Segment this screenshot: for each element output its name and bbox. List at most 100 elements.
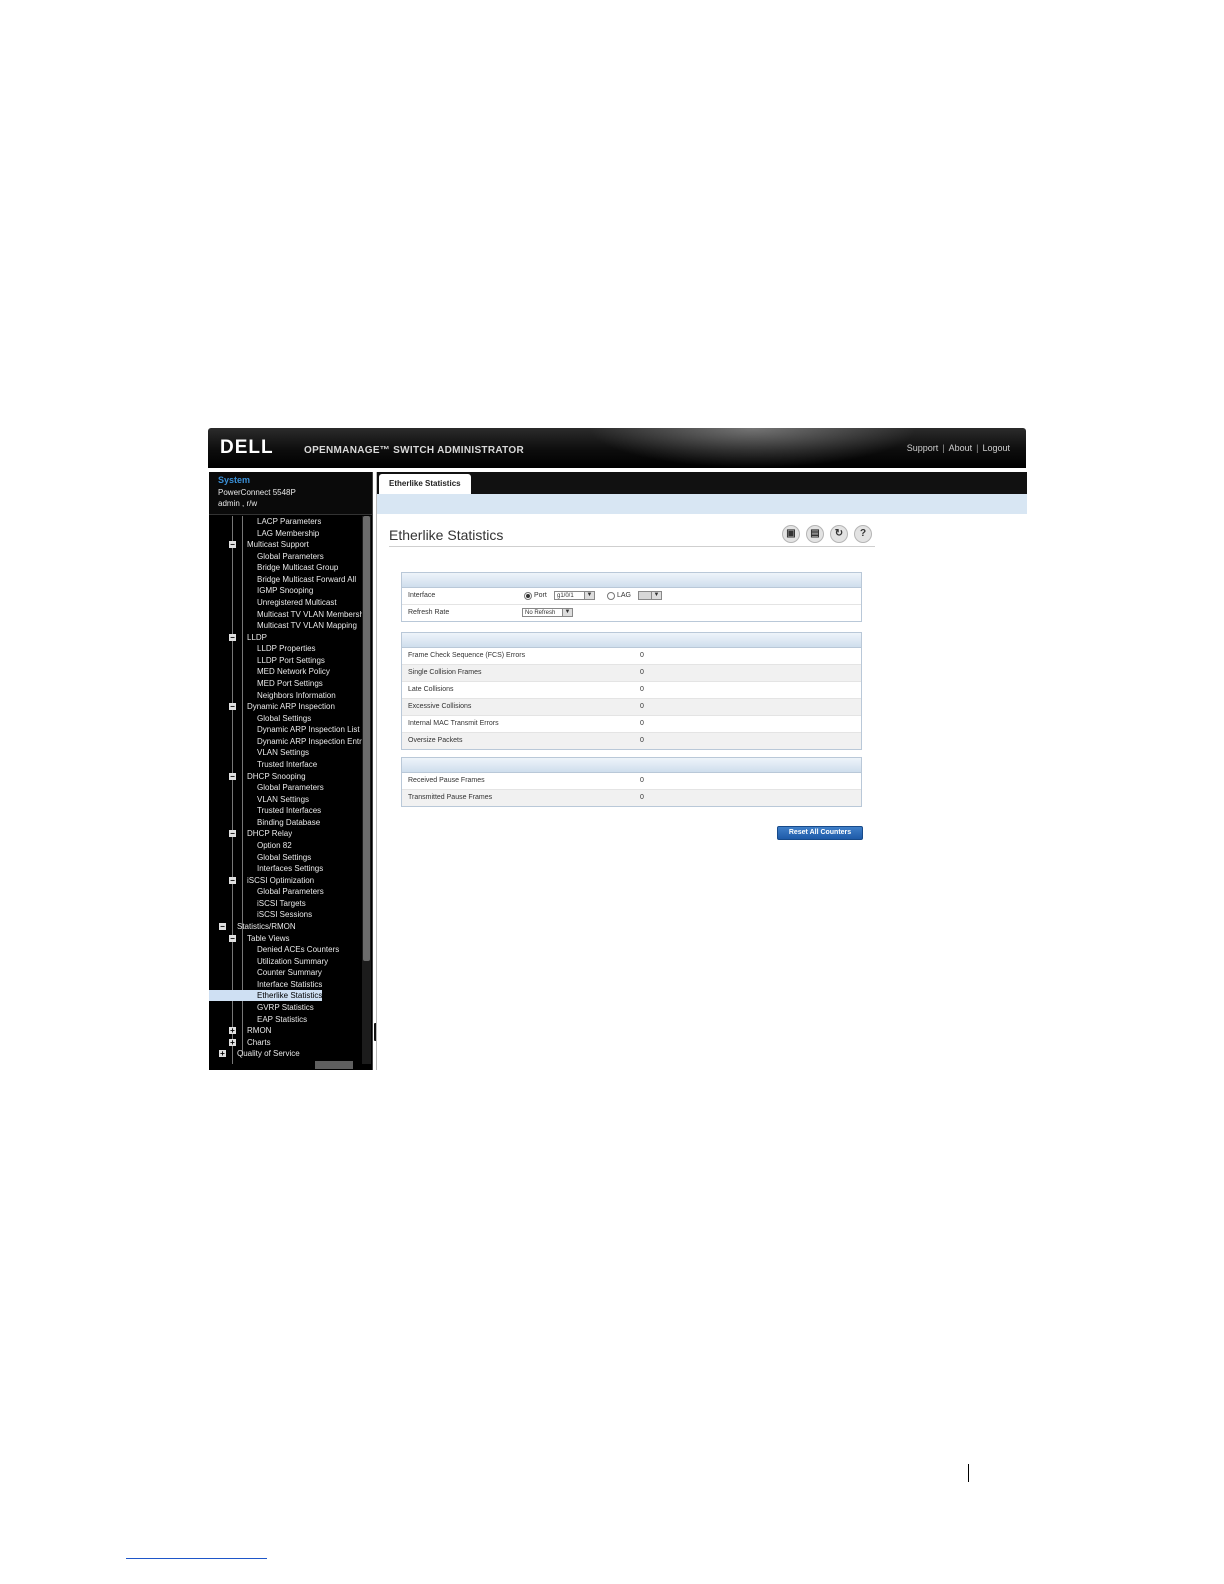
- support-link[interactable]: Support: [907, 443, 939, 453]
- sidebar-item[interactable]: Binding Database: [257, 817, 320, 828]
- sidebar-item[interactable]: Counter Summary: [257, 967, 322, 978]
- sidebar-item[interactable]: Multicast TV VLAN Membersh: [257, 609, 364, 620]
- sidebar-item[interactable]: MED Port Settings: [257, 678, 323, 689]
- sidebar-scrollbar-thumb[interactable]: [363, 516, 370, 961]
- collapse-icon[interactable]: −: [229, 634, 236, 642]
- lag-label: LAG: [617, 592, 632, 599]
- sidebar-item[interactable]: iSCSI Sessions: [257, 909, 312, 920]
- refresh-rate-label: Refresh Rate: [408, 609, 450, 616]
- system-title[interactable]: System: [218, 475, 250, 485]
- table-row: Frame Check Sequence (FCS) Errors 0: [402, 648, 861, 665]
- sidebar-item[interactable]: EAP Statistics: [257, 1014, 307, 1025]
- collapse-icon[interactable]: −: [229, 703, 236, 711]
- sidebar-item[interactable]: Option 82: [257, 840, 292, 851]
- sidebar-item[interactable]: Charts: [247, 1037, 271, 1048]
- sidebar-item[interactable]: Bridge Multicast Group: [257, 562, 338, 573]
- port-select[interactable]: g1/0/1 ▼: [554, 591, 595, 600]
- sidebar-item[interactable]: Dynamic ARP Inspection Entr: [257, 736, 362, 747]
- sidebar-item[interactable]: Trusted Interfaces: [257, 805, 321, 816]
- counter-value: 0: [640, 669, 644, 676]
- print-icon[interactable]: ▤: [806, 525, 824, 543]
- sidebar-item[interactable]: Multicast Support: [247, 539, 309, 550]
- sidebar-item[interactable]: GVRP Statistics: [257, 1002, 314, 1013]
- counter-value: 0: [640, 686, 644, 693]
- interface-label: Interface: [408, 592, 436, 599]
- expand-icon[interactable]: +: [229, 1039, 236, 1047]
- sidebar-hscroll-thumb[interactable]: [315, 1061, 353, 1069]
- page-title: Etherlike Statistics: [389, 527, 504, 543]
- refresh-rate-value: No Refresh: [525, 610, 556, 616]
- lag-radio[interactable]: [607, 592, 615, 600]
- product-name: OPENMANAGE™ SWITCH ADMINISTRATOR: [304, 445, 524, 456]
- help-icon[interactable]: ?: [854, 525, 872, 543]
- sidebar-item[interactable]: DHCP Snooping: [247, 771, 306, 782]
- tab-bar: Etherlike Statistics: [377, 472, 1027, 494]
- sidebar-item[interactable]: Global Settings: [257, 713, 311, 724]
- page-margin-bar: [968, 1464, 969, 1482]
- sidebar-item[interactable]: Interface Statistics: [257, 979, 322, 990]
- sidebar-item[interactable]: VLAN Settings: [257, 747, 309, 758]
- sidebar-item[interactable]: LLDP Port Settings: [257, 655, 325, 666]
- system-info: System PowerConnect 5548P admin , r/w: [209, 472, 372, 515]
- sidebar-item[interactable]: Interfaces Settings: [257, 863, 323, 874]
- expand-icon[interactable]: +: [229, 1027, 236, 1035]
- counter-label: Excessive Collisions: [408, 703, 472, 710]
- sidebar-item[interactable]: MED Network Policy: [257, 666, 330, 677]
- expand-icon[interactable]: +: [219, 1050, 226, 1058]
- sidebar-item[interactable]: LLDP: [247, 632, 267, 643]
- sidebar-item[interactable]: RMON: [247, 1025, 271, 1036]
- refresh-icon[interactable]: ↻: [830, 525, 848, 543]
- sidebar-item[interactable]: Dynamic ARP Inspection List: [257, 724, 360, 735]
- sidebar-item[interactable]: Bridge Multicast Forward All: [257, 574, 356, 585]
- interface-row: Interface Port g1/0/1 ▼ LAG ▼: [402, 588, 861, 605]
- table-row: Internal MAC Transmit Errors 0: [402, 716, 861, 733]
- collapse-icon[interactable]: −: [219, 923, 226, 931]
- sidebar-item[interactable]: Utilization Summary: [257, 956, 328, 967]
- sidebar-item[interactable]: IGMP Snooping: [257, 585, 313, 596]
- sidebar-item[interactable]: Unregistered Multicast: [257, 597, 337, 608]
- save-icon[interactable]: ▣: [782, 525, 800, 543]
- sidebar-item[interactable]: LACP Parameters: [257, 516, 321, 527]
- sidebar-item[interactable]: Dynamic ARP Inspection: [247, 701, 335, 712]
- table-row: Received Pause Frames 0: [402, 773, 861, 790]
- sidebar-item[interactable]: Global Parameters: [257, 886, 324, 897]
- sidebar-item[interactable]: Global Parameters: [257, 782, 324, 793]
- link-separator: |: [942, 443, 945, 453]
- lag-select[interactable]: ▼: [638, 591, 662, 600]
- panel-header: [402, 573, 861, 588]
- collapse-icon[interactable]: −: [229, 773, 236, 781]
- tab-subbar: [377, 494, 1027, 514]
- collapse-icon[interactable]: −: [229, 935, 236, 943]
- sidebar-item[interactable]: LAG Membership: [257, 528, 319, 539]
- sidebar-item[interactable]: Table Views: [247, 933, 290, 944]
- sidebar-item[interactable]: iSCSI Optimization: [247, 875, 314, 886]
- sidebar-item[interactable]: Etherlike Statistics: [209, 990, 323, 1001]
- collapse-icon[interactable]: −: [229, 830, 236, 838]
- sidebar-item[interactable]: Neighbors Information: [257, 690, 336, 701]
- sidebar-item[interactable]: Global Settings: [257, 852, 311, 863]
- counter-label: Transmitted Pause Frames: [408, 794, 493, 801]
- sidebar-item[interactable]: VLAN Settings: [257, 794, 309, 805]
- sidebar-item[interactable]: Multicast TV VLAN Mapping: [257, 620, 357, 631]
- collapse-icon[interactable]: −: [229, 877, 236, 885]
- reset-all-counters-button[interactable]: Reset All Counters: [777, 826, 863, 840]
- sidebar-item[interactable]: Global Parameters: [257, 551, 324, 562]
- collapse-icon[interactable]: −: [229, 541, 236, 549]
- refresh-rate-select[interactable]: No Refresh ▼: [522, 608, 573, 617]
- sidebar: System PowerConnect 5548P admin , r/w LA…: [209, 472, 373, 1070]
- sidebar-item[interactable]: Denied ACEs Counters: [257, 944, 339, 955]
- sidebar-item[interactable]: DHCP Relay: [247, 828, 292, 839]
- tab-etherlike-statistics[interactable]: Etherlike Statistics: [379, 474, 471, 494]
- sidebar-item[interactable]: Trusted Interface: [257, 759, 317, 770]
- table-row: Oversize Packets 0: [402, 733, 861, 749]
- sidebar-item[interactable]: Statistics/RMON: [237, 921, 296, 932]
- sidebar-item[interactable]: iSCSI Targets: [257, 898, 306, 909]
- logout-link[interactable]: Logout: [982, 443, 1010, 453]
- about-link[interactable]: About: [949, 443, 973, 453]
- title-divider: [389, 546, 875, 547]
- sidebar-item[interactable]: LLDP Properties: [257, 643, 316, 654]
- sidebar-item[interactable]: Quality of Service: [237, 1048, 300, 1059]
- counter-label: Oversize Packets: [408, 737, 463, 744]
- port-radio[interactable]: [524, 592, 532, 600]
- chevron-down-icon: ▼: [651, 592, 661, 599]
